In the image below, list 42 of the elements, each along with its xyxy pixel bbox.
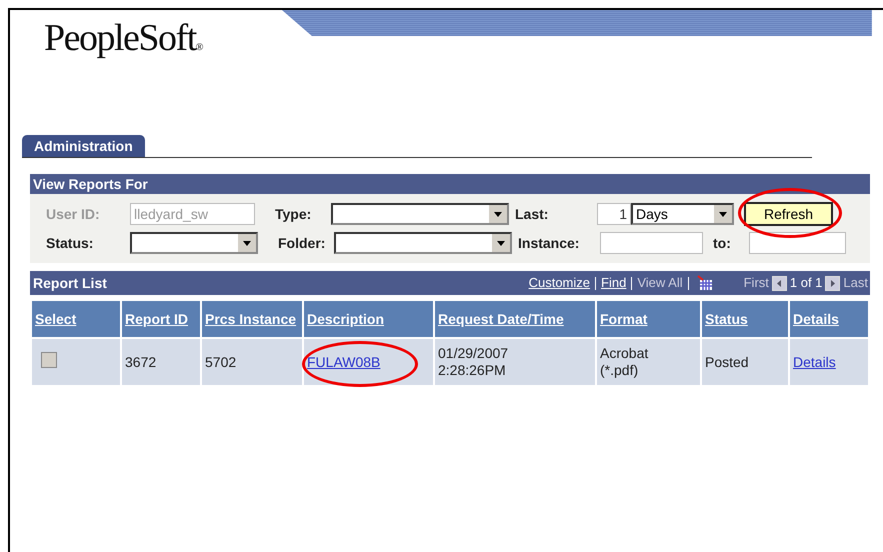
administration-tab[interactable]: Administration (22, 135, 145, 157)
field-label: to: (713, 234, 732, 250)
column-header[interactable]: Request Date/Time (434, 300, 596, 338)
instance-from-field[interactable] (600, 232, 703, 254)
description-link[interactable]: FULAW08B (307, 354, 380, 370)
field-label: Folder: (278, 234, 326, 250)
field-label: Instance: (518, 234, 580, 250)
toolbar-link[interactable]: Find (601, 271, 626, 295)
grid-download-icon[interactable] (696, 275, 713, 291)
status-dropdown[interactable] (130, 232, 258, 254)
table-cell: 5702 (201, 338, 303, 386)
days-dropdown[interactable]: Days (631, 202, 734, 224)
view-all-text: View All (637, 274, 683, 292)
section-header: View Reports For (30, 174, 870, 194)
column-header[interactable]: Details (789, 300, 869, 338)
report-list-title: Report List (33, 274, 107, 293)
refresh-button[interactable]: Refresh (744, 202, 834, 226)
last-count-field[interactable]: 1 (597, 202, 631, 224)
column-header[interactable]: Status (701, 300, 789, 338)
last-text: Last (843, 274, 868, 292)
column-header[interactable]: Select (31, 300, 121, 338)
field-label: Last: (515, 206, 550, 222)
field-label: Type: (275, 206, 312, 222)
column-header[interactable]: Format (596, 300, 701, 338)
first-text: First (744, 274, 769, 292)
peoplesoft-logo: PeopleSoft® (44, 16, 202, 60)
folder-dropdown[interactable] (334, 232, 512, 254)
toolbar-link[interactable]: Customize (528, 271, 590, 295)
field-label: Status: (45, 234, 94, 250)
table-cell: Acrobat (*.pdf) (596, 338, 701, 386)
details-link[interactable]: Details (793, 354, 836, 370)
table-cell: 01/29/2007 2:28:26PM (434, 338, 596, 386)
table-cell: Posted (701, 338, 789, 386)
column-header[interactable]: Prcs Instance (201, 300, 303, 338)
field-label: User ID: (45, 206, 101, 222)
column-header[interactable]: Report ID (121, 300, 201, 338)
table-cell: 3672 (121, 338, 201, 386)
instance-to-field[interactable] (749, 232, 846, 254)
type-dropdown[interactable] (331, 202, 509, 224)
column-header[interactable]: Description (303, 300, 434, 338)
select-checkbox[interactable] (41, 352, 57, 368)
page-count: 1 of 1 (790, 274, 822, 292)
